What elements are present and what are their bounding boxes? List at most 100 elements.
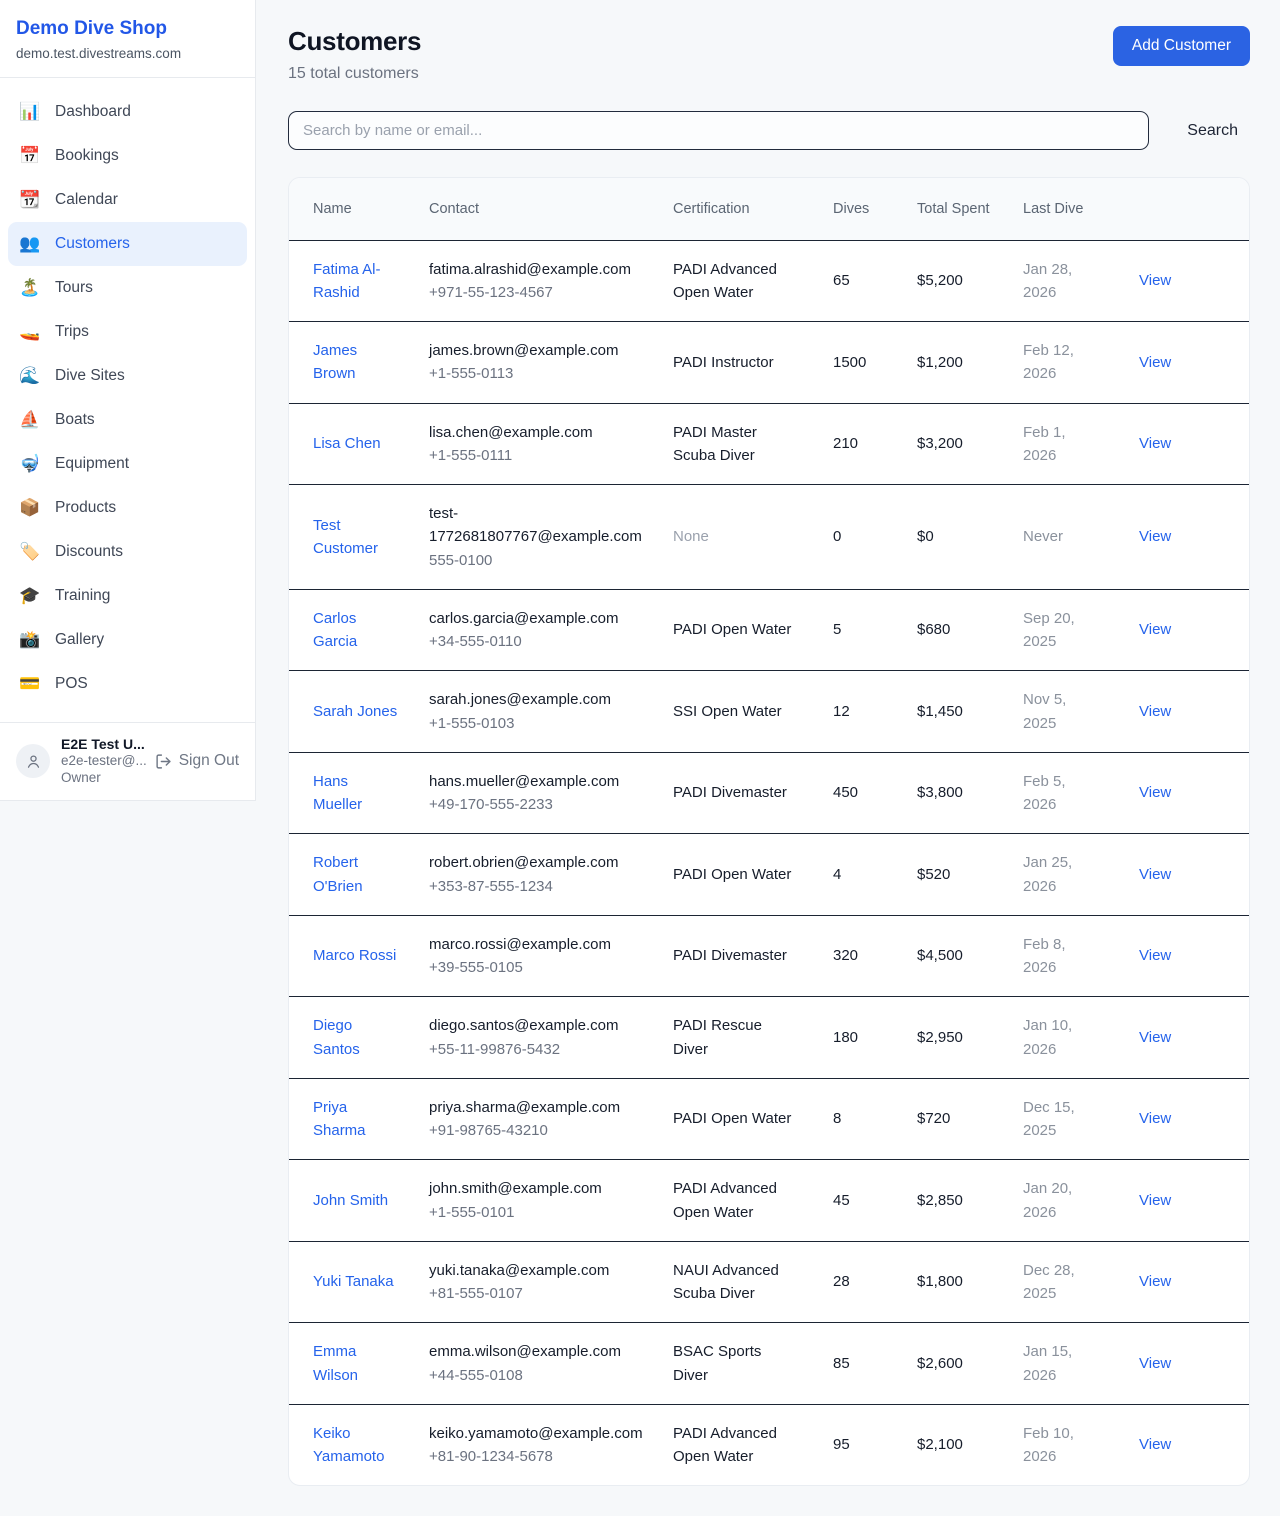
sidebar: Demo Dive Shop demo.test.divestreams.com… <box>0 0 256 801</box>
search-button[interactable]: Search <box>1175 114 1250 148</box>
search-input[interactable] <box>288 111 1149 150</box>
customer-phone: +81-555-0107 <box>429 1282 645 1305</box>
sidebar-item-training[interactable]: 🎓 Training <box>8 574 247 618</box>
customer-name-link[interactable]: Sarah Jones <box>313 703 397 720</box>
customer-last-dive: Feb 8, 2026 <box>1023 915 1139 997</box>
sidebar-item-bookings[interactable]: 📅 Bookings <box>8 134 247 178</box>
customer-certification: PADI Divemaster <box>673 752 833 834</box>
customer-total-spent: $5,200 <box>917 240 1023 322</box>
customer-certification: PADI Open Water <box>673 589 833 671</box>
customer-name-link[interactable]: Emma Wilson <box>313 1343 358 1383</box>
customer-name-link[interactable]: Diego Santos <box>313 1017 360 1057</box>
customer-last-dive: Jan 15, 2026 <box>1023 1323 1139 1405</box>
customer-name-link[interactable]: Hans Mueller <box>313 773 362 813</box>
customer-dives: 65 <box>833 240 917 322</box>
customer-dives: 320 <box>833 915 917 997</box>
view-link[interactable]: View <box>1139 435 1171 452</box>
customer-certification: PADI Rescue Diver <box>673 997 833 1079</box>
customer-name-link[interactable]: Test Customer <box>313 517 378 557</box>
customer-last-dive: Nov 5, 2025 <box>1023 671 1139 753</box>
sidebar-item-dashboard[interactable]: 📊 Dashboard <box>8 90 247 134</box>
sidebar-item-trips[interactable]: 🚤 Trips <box>8 310 247 354</box>
customer-certification: PADI Advanced Open Water <box>673 1160 833 1242</box>
view-link[interactable]: View <box>1139 528 1171 545</box>
sidebar-item-boats[interactable]: ⛵ Boats <box>8 398 247 442</box>
view-link[interactable]: View <box>1139 784 1171 801</box>
customer-last-dive: Feb 5, 2026 <box>1023 752 1139 834</box>
customer-name-link[interactable]: Keiko Yamamoto <box>313 1425 384 1465</box>
view-link[interactable]: View <box>1139 272 1171 289</box>
sidebar-item-pos[interactable]: 💳 POS <box>8 662 247 706</box>
customer-name-link[interactable]: Carlos Garcia <box>313 610 357 650</box>
customer-name-link[interactable]: Lisa Chen <box>313 435 381 452</box>
customer-total-spent: $680 <box>917 589 1023 671</box>
trips-icon: 🚤 <box>18 322 42 342</box>
user-name: E2E Test U... <box>61 736 144 754</box>
customer-total-spent: $4,500 <box>917 915 1023 997</box>
customer-dives: 8 <box>833 1078 917 1160</box>
view-link[interactable]: View <box>1139 1436 1171 1453</box>
customer-email: keiko.yamamoto@example.com <box>429 1422 645 1445</box>
view-link[interactable]: View <box>1139 1273 1171 1290</box>
customer-dives: 450 <box>833 752 917 834</box>
logout-icon <box>155 753 172 770</box>
customer-phone: +34-555-0110 <box>429 630 645 653</box>
dive-sites-icon: 🌊 <box>18 366 42 386</box>
customer-phone: 555-0100 <box>429 549 645 572</box>
customer-phone: +1-555-0103 <box>429 712 645 735</box>
customer-name-link[interactable]: James Brown <box>313 342 357 382</box>
discounts-icon: 🏷️ <box>18 542 42 562</box>
customer-email: fatima.alrashid@example.com <box>429 258 645 281</box>
view-link[interactable]: View <box>1139 621 1171 638</box>
customer-name-link[interactable]: John Smith <box>313 1192 388 1209</box>
sidebar-item-label: Trips <box>55 323 89 341</box>
customer-dives: 4 <box>833 834 917 916</box>
view-link[interactable]: View <box>1139 1192 1171 1209</box>
column-header: Dives <box>833 178 917 240</box>
tours-icon: 🏝️ <box>18 278 42 298</box>
table-header-row: NameContactCertificationDivesTotal Spent… <box>289 178 1250 240</box>
view-link[interactable]: View <box>1139 866 1171 883</box>
customer-email: hans.mueller@example.com <box>429 770 645 793</box>
sidebar-item-dive-sites[interactable]: 🌊 Dive Sites <box>8 354 247 398</box>
customers-table: NameContactCertificationDivesTotal Spent… <box>289 178 1250 1485</box>
customer-phone: +353-87-555-1234 <box>429 875 645 898</box>
sidebar-item-customers[interactable]: 👥 Customers <box>8 222 247 266</box>
view-link[interactable]: View <box>1139 1110 1171 1127</box>
view-link[interactable]: View <box>1139 1355 1171 1372</box>
customer-total-spent: $2,600 <box>917 1323 1023 1405</box>
customer-name-link[interactable]: Yuki Tanaka <box>313 1273 394 1290</box>
customer-total-spent: $3,200 <box>917 403 1023 485</box>
training-icon: 🎓 <box>18 586 42 606</box>
column-header: Last Dive <box>1023 178 1139 240</box>
customer-name-link[interactable]: Robert O'Brien <box>313 854 363 894</box>
customer-phone: +91-98765-43210 <box>429 1119 645 1142</box>
customer-certification: PADI Advanced Open Water <box>673 1404 833 1485</box>
sidebar-item-calendar[interactable]: 📆 Calendar <box>8 178 247 222</box>
add-customer-button[interactable]: Add Customer <box>1113 26 1250 66</box>
sidebar-item-discounts[interactable]: 🏷️ Discounts <box>8 530 247 574</box>
sidebar-item-label: Bookings <box>55 147 119 165</box>
customer-name-link[interactable]: Fatima Al-Rashid <box>313 261 381 301</box>
view-link[interactable]: View <box>1139 1029 1171 1046</box>
column-header: Name <box>289 178 429 240</box>
customer-count: 15 total customers <box>288 65 421 83</box>
customer-total-spent: $2,850 <box>917 1160 1023 1242</box>
sidebar-item-label: Tours <box>55 279 93 297</box>
sidebar-item-products[interactable]: 📦 Products <box>8 486 247 530</box>
view-link[interactable]: View <box>1139 703 1171 720</box>
sidebar-item-tours[interactable]: 🏝️ Tours <box>8 266 247 310</box>
customer-phone: +55-11-99876-5432 <box>429 1038 645 1061</box>
customer-name-link[interactable]: Priya Sharma <box>313 1099 366 1139</box>
sidebar-item-gallery[interactable]: 📸 Gallery <box>8 618 247 662</box>
customer-total-spent: $720 <box>917 1078 1023 1160</box>
sidebar-item-equipment[interactable]: 🤿 Equipment <box>8 442 247 486</box>
customer-phone: +81-90-1234-5678 <box>429 1445 645 1468</box>
customer-email: john.smith@example.com <box>429 1177 645 1200</box>
customer-name-link[interactable]: Marco Rossi <box>313 947 396 964</box>
page-title: Customers <box>288 26 421 57</box>
view-link[interactable]: View <box>1139 947 1171 964</box>
sign-out-button[interactable]: Sign Out <box>155 752 239 770</box>
customer-certification: PADI Open Water <box>673 834 833 916</box>
view-link[interactable]: View <box>1139 354 1171 371</box>
